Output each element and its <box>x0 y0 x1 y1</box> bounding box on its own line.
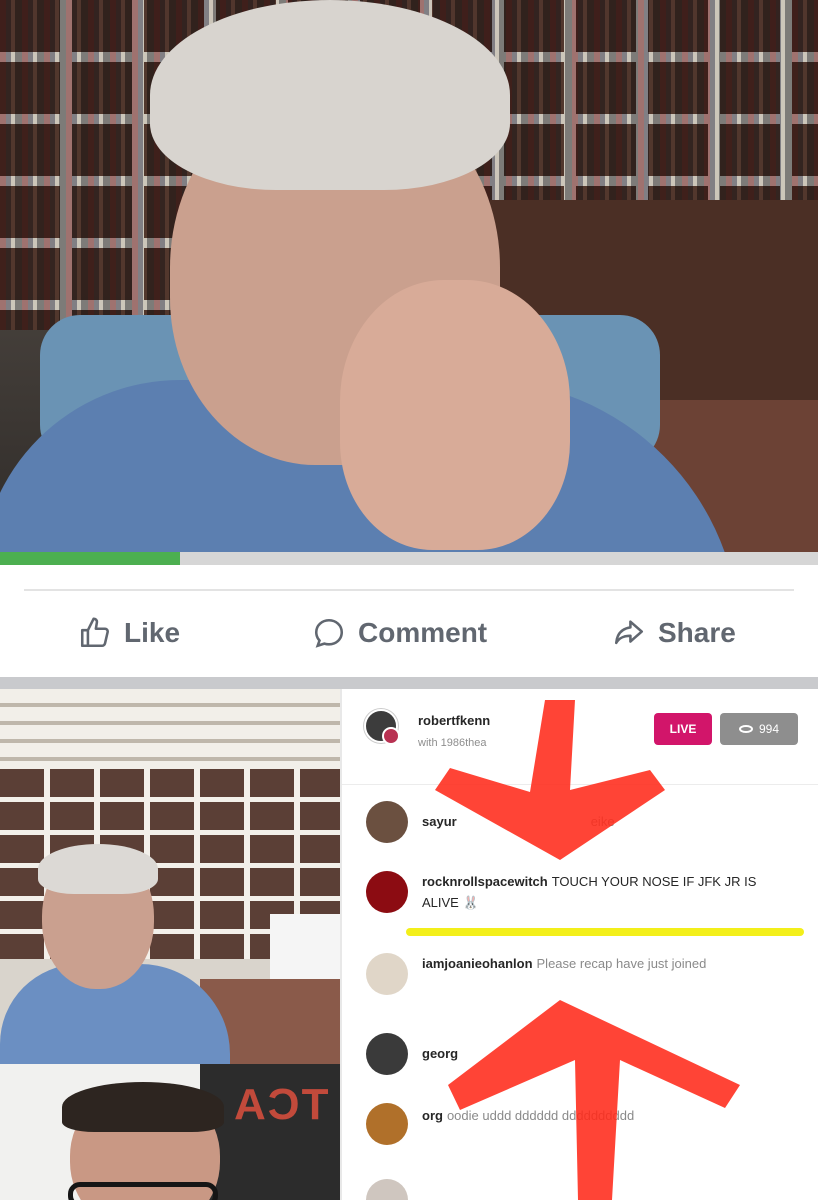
comment-username[interactable]: sayur <box>422 814 457 829</box>
share-button[interactable]: Share <box>612 613 736 653</box>
comment-text: org oodie uddd dddddd dddddddddd <box>422 1105 794 1126</box>
comment-text: sayur eike <box>422 811 794 832</box>
viewer-count: 994 <box>758 722 780 736</box>
live-video-player[interactable] <box>0 0 818 565</box>
viewer-count-badge: 994 <box>720 713 798 745</box>
screenshot-root: Like Comment Share TCA robertfkenn with … <box>0 0 818 1200</box>
comment-message: oodie uddd dddddd dddddddddd <box>446 1108 635 1123</box>
comment-text: iamjoanieohanlon Please recap have just j… <box>422 953 794 974</box>
like-button[interactable]: Like <box>78 613 180 653</box>
comment-username[interactable]: iamjoanieohanlon <box>422 956 533 971</box>
host-username[interactable]: robertfkenn <box>418 713 490 728</box>
guest-video-tile-bottom: TCA <box>0 1064 340 1200</box>
guest-video-tile-top <box>0 689 340 1064</box>
speaker-hand <box>340 280 570 550</box>
cohost-avatar[interactable] <box>382 727 400 745</box>
speaker-hair <box>150 0 510 190</box>
comment-avatar[interactable] <box>366 953 408 995</box>
comment-text: georg <box>422 1043 794 1064</box>
comment-username[interactable]: org <box>422 1108 443 1123</box>
comment-avatar[interactable] <box>366 1033 408 1075</box>
comment-avatar[interactable] <box>366 801 408 843</box>
yellow-highlight-annotation <box>406 928 804 936</box>
video-progress-bar[interactable] <box>0 552 818 565</box>
comment-message: eike <box>590 814 615 829</box>
live-comments-panel: robertfkenn with 1986thea LIVE 994 sayur… <box>340 689 818 1200</box>
guest2-hair <box>62 1082 224 1132</box>
live-badge: LIVE <box>654 713 712 745</box>
comment-avatar[interactable] <box>366 1179 408 1200</box>
share-arrow-icon <box>614 620 644 645</box>
comment-username[interactable]: georg <box>422 1046 458 1061</box>
host-subtitle: with 1986thea <box>418 737 487 749</box>
comment-avatar[interactable] <box>366 1103 408 1145</box>
section-separator <box>0 677 818 689</box>
thumbs-up-icon <box>80 617 109 648</box>
comment-bubble-icon <box>314 618 344 648</box>
action-divider <box>24 589 794 591</box>
share-label: Share <box>658 617 736 648</box>
comment-text: rocknrollspacewitch TOUCH YOUR NOSE IF JF… <box>422 871 794 913</box>
like-label: Like <box>124 617 181 648</box>
comment-label: Comment <box>358 617 488 648</box>
comment-button[interactable]: Comment <box>312 613 487 653</box>
rabbit-emoji: 🐰 <box>462 895 479 910</box>
comment-username[interactable]: rocknrollspacewitch <box>422 874 548 889</box>
guest-hair <box>38 844 158 894</box>
guest2-glasses <box>68 1182 218 1200</box>
comment-avatar[interactable] <box>366 871 408 913</box>
ceiling-beams <box>0 689 340 769</box>
wall-sign-text: TCA <box>232 1080 329 1129</box>
live-header: robertfkenn with 1986thea LIVE 994 <box>342 689 818 785</box>
eye-icon <box>738 725 753 733</box>
video-progress-fill <box>0 552 180 565</box>
comment-message: Please recap have just joined <box>536 956 707 971</box>
post-action-bar: Like Comment Share <box>0 565 818 677</box>
